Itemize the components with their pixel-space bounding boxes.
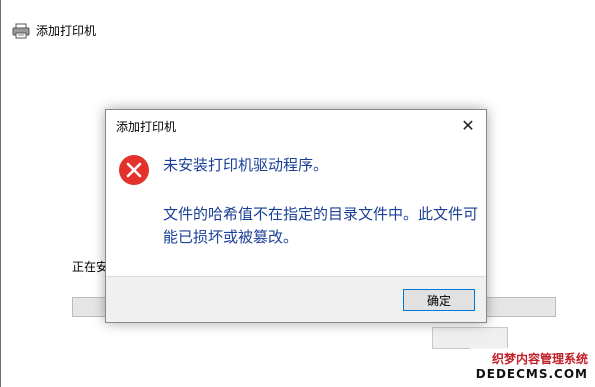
watermark-line1: 织梦内容管理系统 xyxy=(491,352,588,366)
background-button xyxy=(432,327,508,349)
wizard-header: 添加打印机 xyxy=(12,22,96,39)
status-text: 正在安 xyxy=(72,260,109,274)
printer-icon xyxy=(12,23,30,39)
close-button[interactable]: ✕ xyxy=(450,110,486,140)
window-left-border xyxy=(0,0,1,387)
watermark-logo: 织梦内容管理系统 DEDECMS.COM xyxy=(470,348,592,384)
ok-button[interactable]: 确定 xyxy=(403,289,475,311)
error-message-detail: 文件的哈希值不在指定的目录文件中。此文件可能已损坏或被篡改。 xyxy=(163,205,479,246)
dialog-title: 添加打印机 xyxy=(116,120,177,134)
error-icon xyxy=(118,154,150,186)
wizard-title: 添加打印机 xyxy=(36,24,97,38)
watermark-line2: DEDECMS.COM xyxy=(475,367,588,381)
error-message-main: 未安装打印机驱动程序。 xyxy=(163,156,329,174)
dialog-footer: 确定 xyxy=(106,276,486,322)
error-dialog: 添加打印机 ✕ 未安装打印机驱动程序。 文件的哈希值不在指定的目录文件中。此文件… xyxy=(105,109,487,323)
dialog-titlebar: 添加打印机 ✕ xyxy=(106,110,486,140)
close-icon: ✕ xyxy=(461,115,475,135)
